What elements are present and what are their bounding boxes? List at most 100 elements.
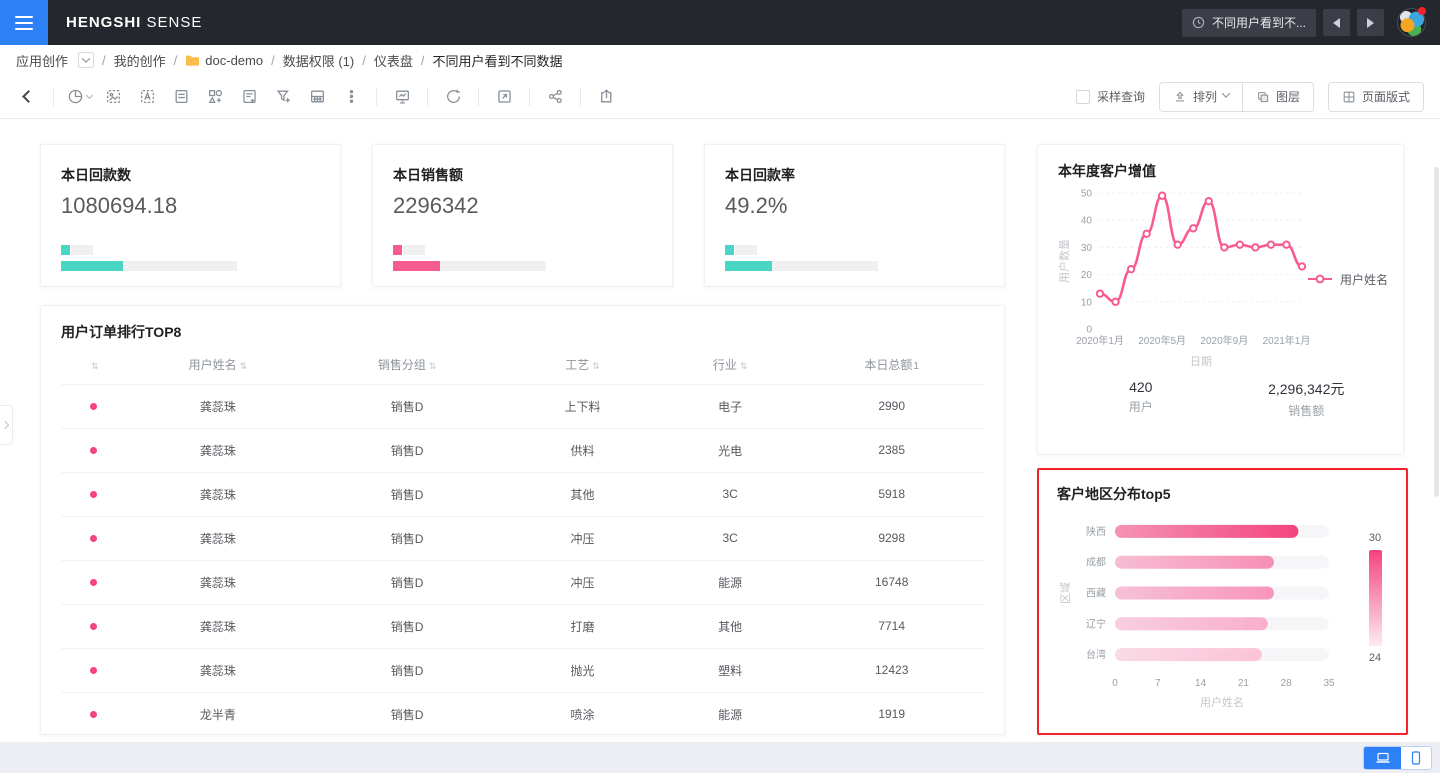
svg-text:日期: 日期 xyxy=(1190,355,1212,368)
svg-text:0: 0 xyxy=(1086,325,1092,336)
line-chart-card[interactable]: 本年度客户增值 010203040502020年1月2020年5月2020年9月… xyxy=(1037,144,1404,455)
kpi-legend-chip xyxy=(393,245,402,255)
row-rank-dot xyxy=(90,623,97,630)
bar-chart-card-selected[interactable]: 客户地区分布top5 陕西成都西藏辽宁台湾0714212835用户姓名区域 30… xyxy=(1037,468,1408,735)
dashboard-toolbar: 采样查询 排列 图层 页面版式 xyxy=(0,75,1440,119)
colorbar-max: 30 xyxy=(1360,532,1390,544)
table-row[interactable]: 龚蕊珠销售D冲压能源16748 xyxy=(61,560,984,604)
present-button[interactable] xyxy=(388,83,416,111)
add-filter-widget-button[interactable] xyxy=(235,83,263,111)
table-row[interactable]: 龚蕊珠销售D其他3C5918 xyxy=(61,472,984,516)
add-table-widget-button[interactable] xyxy=(303,83,331,111)
image-icon xyxy=(105,88,122,105)
bar-colorbar: 30 24 xyxy=(1360,532,1390,664)
table-row[interactable]: 龚蕊珠销售D供料光电2385 xyxy=(61,428,984,472)
kpi-card-payment-count[interactable]: 本日回款数 1080694.18 xyxy=(40,144,341,287)
vertical-scrollbar[interactable] xyxy=(1434,167,1439,497)
table-row[interactable]: 龚蕊珠销售D冲压3C9298 xyxy=(61,516,984,560)
more-widgets-button[interactable] xyxy=(337,83,365,111)
table-row[interactable]: 龚蕊珠销售D上下料电子2990 xyxy=(61,384,984,428)
breadcrumb-doc-demo[interactable]: doc-demo xyxy=(185,53,263,68)
col-rank-sort[interactable]: ⇅ xyxy=(61,346,126,384)
pie-chart-icon xyxy=(67,88,84,105)
add-chart-button[interactable] xyxy=(65,83,93,111)
table-row[interactable]: 龙半青销售D喷涂能源1919 xyxy=(61,692,984,735)
history-button[interactable]: 不同用户看到不... xyxy=(1182,9,1316,37)
prev-arrow-icon xyxy=(1333,18,1340,28)
arrange-button[interactable]: 排列 xyxy=(1160,83,1242,111)
kpi-card-sales-amount[interactable]: 本日销售额 2296342 xyxy=(372,144,673,287)
svg-text:区域: 区域 xyxy=(1059,582,1072,604)
app-switch-dropdown[interactable] xyxy=(78,52,94,68)
add-shapes-button[interactable] xyxy=(201,83,229,111)
col-user-name[interactable]: 用户姓名⇅ xyxy=(126,346,311,384)
svg-text:用户数量: 用户数量 xyxy=(1058,239,1071,283)
kpi-progress-track xyxy=(61,261,237,271)
mobile-view-button[interactable] xyxy=(1401,747,1431,769)
next-page-button[interactable] xyxy=(1357,9,1384,36)
col-industry[interactable]: 行业⇅ xyxy=(661,346,799,384)
chevron-down-icon xyxy=(1222,89,1230,97)
breadcrumb-dashboard[interactable]: 仪表盘 xyxy=(374,51,413,70)
orders-table-card[interactable]: 用户订单排行TOP8 ⇅ 用户姓名⇅ 销售分组⇅ 工艺⇅ 行业⇅ 本日总额1 龚… xyxy=(40,305,1005,735)
breadcrumb-data-permission[interactable]: 数据权限 (1) xyxy=(283,51,355,70)
breadcrumb-app-create[interactable]: 应用创作 xyxy=(16,51,94,70)
add-funnel-filter-button[interactable] xyxy=(269,83,297,111)
svg-text:7: 7 xyxy=(1155,678,1161,689)
dashboard-canvas: 本日回款数 1080694.18 本日销售额 2296342 本日回款率 49.… xyxy=(0,119,1440,773)
sample-query-checkbox[interactable] xyxy=(1076,90,1090,104)
col-craft[interactable]: 工艺⇅ xyxy=(504,346,661,384)
col-sales-group[interactable]: 销售分组⇅ xyxy=(310,346,504,384)
kpi-title: 本日回款数 xyxy=(61,165,320,185)
folder-icon xyxy=(185,54,200,67)
menu-icon[interactable] xyxy=(0,0,48,45)
orders-table: ⇅ 用户姓名⇅ 销售分组⇅ 工艺⇅ 行业⇅ 本日总额1 龚蕊珠销售D上下料电子2… xyxy=(61,346,984,735)
svg-text:西藏: 西藏 xyxy=(1086,588,1106,600)
prev-page-button[interactable] xyxy=(1323,9,1350,36)
kpi-title: 本日销售额 xyxy=(393,165,652,185)
svg-text:14: 14 xyxy=(1195,678,1207,689)
next-arrow-icon xyxy=(1367,18,1374,28)
stat-sales: 2,296,342元 销售额 xyxy=(1224,379,1390,419)
row-rank-dot xyxy=(90,711,97,718)
sort-icon[interactable]: ⇅ xyxy=(592,362,600,372)
table-row[interactable]: 龚蕊珠销售D打磨其他7714 xyxy=(61,604,984,648)
line-legend-marker xyxy=(1306,273,1334,285)
svg-text:28: 28 xyxy=(1281,678,1293,689)
add-image-button[interactable] xyxy=(99,83,127,111)
text-icon xyxy=(139,88,156,105)
presentation-icon xyxy=(394,88,411,105)
kpi-card-payment-rate[interactable]: 本日回款率 49.2% xyxy=(704,144,1005,287)
layers-button[interactable]: 图层 xyxy=(1242,83,1313,111)
kpi-progress-track xyxy=(393,261,546,271)
export-button[interactable] xyxy=(592,83,620,111)
notification-dot xyxy=(1418,7,1426,15)
share-button[interactable] xyxy=(541,83,569,111)
breadcrumb-my-creation[interactable]: 我的创作 xyxy=(114,51,166,70)
row-rank-dot xyxy=(90,535,97,542)
sort-icon[interactable]: ⇅ xyxy=(429,362,437,372)
kpi-value: 2296342 xyxy=(393,193,652,219)
sort-icon[interactable]: ⇅ xyxy=(91,362,99,372)
line-chart-svg: 010203040502020年1月2020年5月2020年9月2021年1月日… xyxy=(1058,181,1310,377)
funnel-icon xyxy=(275,88,292,105)
refresh-button[interactable] xyxy=(439,83,467,111)
laptop-icon xyxy=(1375,752,1391,764)
add-text-button[interactable] xyxy=(133,83,161,111)
desktop-view-button[interactable] xyxy=(1364,747,1401,769)
panel-expand-handle[interactable] xyxy=(0,405,13,445)
fullscreen-button[interactable] xyxy=(490,83,518,111)
page-layout-button[interactable]: 页面版式 xyxy=(1328,82,1424,112)
table-row[interactable]: 龚蕊珠销售D抛光塑料12423 xyxy=(61,648,984,692)
kpi-title: 本日回款率 xyxy=(725,165,984,185)
svg-text:台湾: 台湾 xyxy=(1086,648,1106,661)
line-legend[interactable]: 用户姓名 xyxy=(1306,271,1388,288)
add-card-button[interactable] xyxy=(167,83,195,111)
sort-icon[interactable]: ⇅ xyxy=(740,362,748,372)
user-avatar[interactable] xyxy=(1397,8,1426,37)
sample-query-toggle[interactable]: 采样查询 xyxy=(1076,88,1145,105)
col-today-total[interactable]: 本日总额1 xyxy=(799,346,984,384)
sort-icon[interactable]: ⇅ xyxy=(240,362,248,372)
app-logo: HENGSHI SENSE xyxy=(66,14,202,31)
back-button[interactable] xyxy=(14,83,42,111)
